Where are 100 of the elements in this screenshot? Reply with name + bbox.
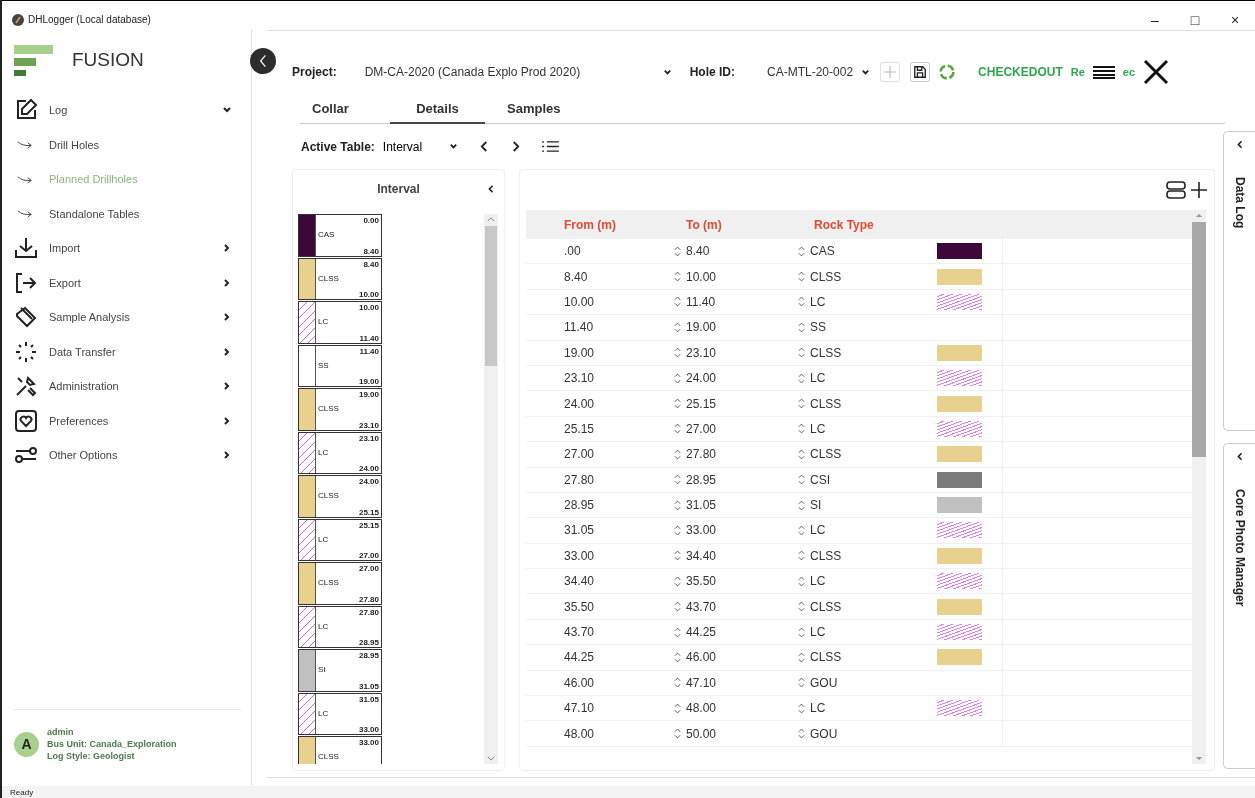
spinner-arrows-icon[interactable] <box>798 320 805 334</box>
interval-entry[interactable]: 27.00 CLSS 27.80 <box>298 562 382 605</box>
spinner-arrows-icon[interactable] <box>674 295 681 309</box>
spinner-arrows-icon[interactable] <box>674 701 681 715</box>
spinner-arrows-icon[interactable] <box>674 270 681 284</box>
spinner-arrows-icon[interactable] <box>674 473 681 487</box>
menu-item[interactable]: Export <box>14 265 232 300</box>
refresh-icon[interactable] <box>938 63 957 81</box>
tab[interactable]: Samples <box>495 101 575 124</box>
spinner-arrows-icon[interactable] <box>798 244 805 258</box>
table-cell: 19.00 <box>686 320 717 335</box>
spinner-arrows-icon[interactable] <box>674 397 681 411</box>
column-header[interactable]: From (m) <box>526 217 634 232</box>
maximize-button[interactable]: □ <box>1175 10 1215 29</box>
close-icon[interactable] <box>1143 59 1170 85</box>
spinner-arrows-icon[interactable] <box>674 600 681 614</box>
column-header[interactable]: Rock Type <box>758 217 913 232</box>
spinner-arrows-icon[interactable] <box>674 422 681 436</box>
spinner-arrows-icon[interactable] <box>798 473 805 487</box>
spinner-arrows-icon[interactable] <box>674 498 681 512</box>
menu-item[interactable]: Import <box>14 231 232 266</box>
active-table-dropdown[interactable]: Interval <box>382 139 441 154</box>
scroll-down-icon[interactable] <box>487 756 495 761</box>
next-icon[interactable] <box>510 140 520 153</box>
spinner-arrows-icon[interactable] <box>674 549 681 563</box>
spinner-arrows-icon[interactable] <box>798 549 805 563</box>
spinner-arrows-icon[interactable] <box>674 625 681 639</box>
interval-entry[interactable]: 11.40 SS 19.00 <box>298 344 382 387</box>
interval-entry[interactable]: 31.05 LC 33.00 <box>298 692 382 735</box>
spinner-arrows-icon[interactable] <box>674 676 681 690</box>
spinner-arrows-icon[interactable] <box>798 270 805 284</box>
spinner-arrows-icon[interactable] <box>798 600 805 614</box>
spinner-arrows-icon[interactable] <box>798 371 805 385</box>
spinner-arrows-icon[interactable] <box>674 727 681 741</box>
save-button[interactable] <box>910 62 931 82</box>
menu-icon[interactable] <box>1092 65 1115 79</box>
interval-entry[interactable]: 23.10 LC 24.00 <box>298 431 382 474</box>
interval-entry[interactable]: 8.40 CLSS 10.00 <box>298 257 382 300</box>
depth-top: 19.00 <box>358 390 379 399</box>
spinner-arrows-icon[interactable] <box>674 650 681 664</box>
spinner-arrows-icon[interactable] <box>674 447 681 461</box>
avatar: A <box>14 731 39 757</box>
menu-item[interactable]: Preferences <box>14 403 232 438</box>
menu-item[interactable]: Log <box>14 93 232 128</box>
interval-entry[interactable]: 28.95 SI 31.05 <box>298 649 382 692</box>
project-label: Project: <box>292 65 337 79</box>
interval-entry[interactable]: 19.00 CLSS 23.10 <box>298 388 382 431</box>
spinner-arrows-icon[interactable] <box>798 498 805 512</box>
interval-entry[interactable]: 24.00 CLSS 25.15 <box>298 475 382 518</box>
spinner-arrows-icon[interactable] <box>798 650 805 664</box>
column-header[interactable]: To (m) <box>634 217 758 232</box>
close-button[interactable]: × <box>1215 10 1255 29</box>
side-tab[interactable]: Core Photo Manager <box>1223 443 1255 769</box>
spinner-arrows-icon[interactable] <box>798 574 805 588</box>
menu-item[interactable]: Sample Analysis <box>14 300 232 335</box>
submenu-item[interactable]: Drill Holes <box>14 127 232 162</box>
menu-item[interactable]: Data Transfer <box>14 334 232 369</box>
scroll-up-icon[interactable] <box>487 217 495 222</box>
spinner-arrows-icon[interactable] <box>798 727 805 741</box>
spinner-arrows-icon[interactable] <box>798 295 805 309</box>
spinner-arrows-icon[interactable] <box>798 701 805 715</box>
interval-entry[interactable]: 33.00 CLSS <box>298 736 382 764</box>
minimize-button[interactable]: – <box>1135 10 1175 29</box>
spinner-arrows-icon[interactable] <box>798 524 805 537</box>
spinner-arrows-icon[interactable] <box>674 244 681 258</box>
add-button[interactable] <box>1190 181 1208 199</box>
spinner-arrows-icon[interactable] <box>798 346 805 360</box>
spinner-arrows-icon[interactable] <box>798 422 805 436</box>
spinner-arrows-icon[interactable] <box>674 346 681 360</box>
interval-entry[interactable]: 27.80 LC 28.95 <box>298 605 382 648</box>
collapse-icon[interactable] <box>487 184 495 194</box>
scrollbar[interactable] <box>1192 210 1206 764</box>
interval-entry[interactable]: 0.00 CAS 8.40 <box>298 214 382 257</box>
spinner-arrows-icon[interactable] <box>798 447 805 461</box>
list-icon[interactable] <box>541 140 559 153</box>
menu-item[interactable]: Administration <box>14 369 232 404</box>
previous-icon[interactable] <box>479 140 489 153</box>
spinner-arrows-icon[interactable] <box>674 574 681 588</box>
spinner-arrows-icon[interactable] <box>674 371 681 385</box>
side-tab[interactable]: Data Log <box>1223 131 1255 431</box>
spinner-arrows-icon[interactable] <box>674 524 681 537</box>
project-dropdown[interactable]: DM-CA-2020 (Canada Explo Prod 2020) <box>364 65 655 79</box>
scroll-up-icon[interactable] <box>1195 213 1203 218</box>
interval-entry[interactable]: 25.15 LC 27.00 <box>298 518 382 561</box>
submenu-item[interactable]: Standalone Tables <box>14 196 232 231</box>
tab[interactable]: Collar <box>300 101 380 124</box>
menu-item[interactable]: Other Options <box>14 438 232 473</box>
spinner-arrows-icon[interactable] <box>798 625 805 639</box>
scrollbar[interactable] <box>484 214 498 764</box>
collapse-button[interactable] <box>250 48 276 74</box>
tab[interactable]: Details <box>390 101 485 124</box>
spinner-arrows-icon[interactable] <box>798 397 805 411</box>
spinner-arrows-icon[interactable] <box>674 320 681 334</box>
layout-button[interactable] <box>1166 181 1186 199</box>
hole-id-dropdown[interactable]: CA-MTL-20-002 <box>767 65 854 79</box>
interval-entry[interactable]: 10.00 LC 11.40 <box>298 301 382 344</box>
scroll-down-icon[interactable] <box>1195 756 1203 761</box>
spinner-arrows-icon[interactable] <box>798 676 805 690</box>
scrollbar-thumb[interactable] <box>1192 222 1206 457</box>
scrollbar-thumb[interactable] <box>485 226 497 366</box>
